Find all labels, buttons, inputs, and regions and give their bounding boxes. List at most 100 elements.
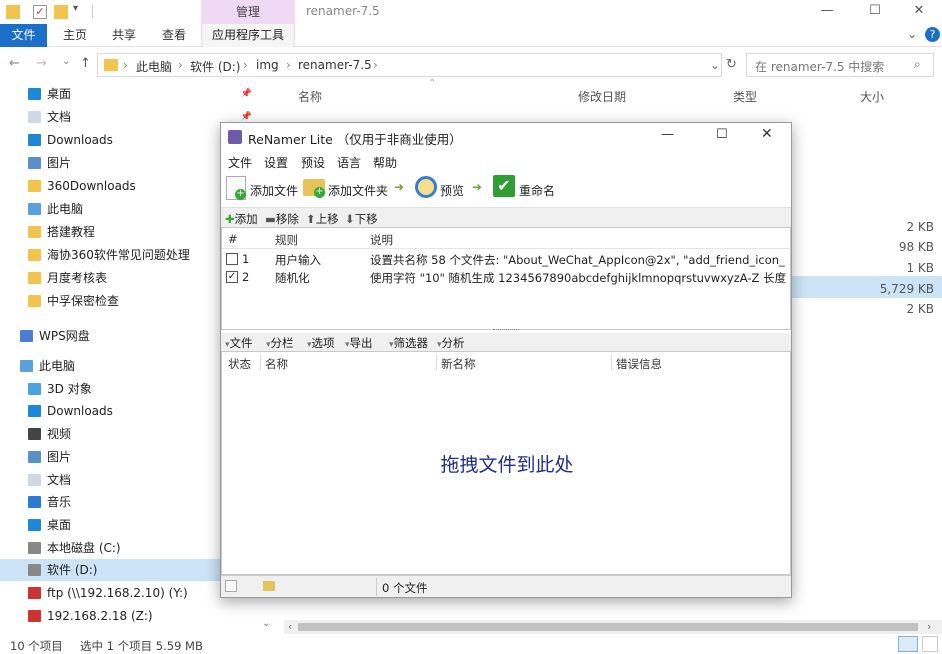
close-button[interactable]: ✕ (896, 0, 942, 24)
folder-icon (6, 5, 20, 19)
remove-rule-button[interactable]: ▬移除 (265, 211, 299, 227)
columns-button[interactable]: ▾分栏 (266, 335, 294, 351)
menu-settings[interactable]: 设置 (264, 154, 288, 171)
scroll-down-icon[interactable]: ⌄ (262, 618, 270, 629)
column-name[interactable]: 名称 (298, 88, 322, 105)
files-toolbar: ▾文件 ▾分栏 ▾选项 ▾导出 ▾筛选器 ▾分析 (221, 333, 791, 351)
nav-item[interactable]: 192.168.2.18 (Z:) (0, 605, 262, 627)
menu-help[interactable]: 帮助 (373, 154, 397, 171)
crumb-separator: › (243, 58, 248, 72)
preview-button[interactable]: 预览 (440, 182, 464, 199)
pin-icon[interactable]: 📌 (241, 83, 252, 105)
rule-checkbox[interactable]: ✓ (226, 271, 238, 283)
network-drive-icon (28, 587, 41, 599)
crumb-renamer[interactable]: renamer-7.5 (298, 58, 372, 72)
search-icon[interactable]: ⌕ (914, 57, 921, 72)
crumb-this-pc[interactable]: 此电脑 (136, 58, 172, 75)
tiles-view-icon[interactable] (922, 636, 938, 652)
column-date[interactable]: 修改日期 (578, 88, 626, 105)
crumb-drive-d[interactable]: 软件 (D:) (190, 58, 240, 75)
rename-icon[interactable]: ✔ (493, 175, 515, 197)
folder-icon (28, 180, 41, 192)
3d-objects-icon (28, 382, 41, 395)
rule-number: 1 (242, 252, 250, 266)
add-folder-icon[interactable]: + (303, 179, 325, 198)
export-button[interactable]: ▾导出 (345, 335, 373, 351)
filters-button[interactable]: ▾筛选器 (389, 335, 428, 351)
address-bar[interactable]: › 此电脑 › 软件 (D:) › img › renamer-7.5 › ⌄ (97, 53, 722, 77)
tab-app-tools[interactable]: 应用程序工具 (201, 24, 295, 47)
properties-icon[interactable]: ✓ (33, 5, 47, 19)
files-header-error: 错误信息 (616, 357, 662, 371)
add-rule-button[interactable]: ✚添加 (225, 211, 258, 227)
move-down-button[interactable]: ⬇下移 (345, 211, 378, 227)
rule-checkbox[interactable] (226, 253, 238, 265)
files-menu-button[interactable]: ▾文件 (225, 335, 253, 351)
rule-number: 2 (242, 270, 250, 284)
analyze-button[interactable]: ▾分析 (437, 335, 465, 351)
nav-item-label: Downloads (47, 133, 113, 147)
recent-dropdown-icon[interactable]: ⌄ (62, 56, 70, 67)
nav-item-label: 图片 (47, 449, 72, 464)
add-folder-button[interactable]: 添加文件夹 (328, 182, 388, 199)
files-header-status: 状态 (228, 357, 251, 371)
renamer-maximize-button[interactable]: ☐ (716, 127, 728, 142)
move-up-button[interactable]: ⬆上移 (306, 211, 339, 227)
address-dropdown-icon[interactable]: ⌄ (710, 58, 720, 72)
tab-file[interactable]: 文件 (0, 24, 47, 47)
column-size[interactable]: 大小 (860, 88, 884, 105)
computer-icon (20, 360, 33, 372)
splitter-grip[interactable] (493, 329, 519, 331)
renamer-minimize-button[interactable]: — (661, 127, 674, 142)
minimize-button[interactable]: — (804, 0, 850, 24)
qat-dropdown-icon[interactable]: ▾ (73, 3, 78, 14)
toolbar-label: 分析 (441, 336, 465, 350)
tab-home[interactable]: 主页 (63, 24, 87, 47)
scrollbar-thumb[interactable] (298, 623, 918, 631)
forward-icon[interactable]: → (36, 56, 47, 71)
nav-item-label: 图片 (47, 156, 72, 170)
menu-presets[interactable]: 预设 (301, 154, 325, 171)
add-folder-small-icon[interactable] (263, 581, 275, 591)
maximize-button[interactable]: ☐ (852, 0, 898, 24)
options-button[interactable]: ▾选项 (307, 335, 335, 351)
toolbar-label: 导出 (349, 336, 373, 350)
rename-button[interactable]: 重命名 (519, 182, 555, 199)
explorer-titlebar: ✓ ▾ (0, 0, 942, 24)
add-files-small-icon[interactable] (225, 580, 237, 592)
back-icon[interactable]: ← (9, 56, 20, 71)
help-icon[interactable]: ? (925, 27, 940, 42)
add-files-icon[interactable]: + (226, 176, 246, 200)
column-type[interactable]: 类型 (733, 88, 757, 105)
drop-hint[interactable]: 拖拽文件到此处 (222, 450, 792, 477)
folder-icon (104, 59, 118, 71)
ribbon-expand-icon[interactable]: ⌄ (907, 27, 917, 41)
horizontal-scrollbar[interactable]: ‹ › (284, 620, 942, 634)
renamer-close-button[interactable]: ✕ (761, 126, 773, 142)
rule-row[interactable]: 1 用户输入 设置共名称 58 个文件去: "About_WeChat_AppIco… (222, 250, 790, 268)
rules-toolbar: ✚添加 ▬移除 ⬆上移 ⬇下移 (221, 207, 791, 227)
nav-item-label: 192.168.2.18 (Z:) (47, 608, 153, 623)
scroll-right-icon[interactable]: › (927, 620, 931, 633)
nav-item[interactable]: 桌面 📌 (0, 83, 262, 105)
nav-item-label: 文档 (47, 110, 72, 124)
folder-icon (28, 295, 41, 307)
context-tab-manage[interactable]: 管理 (201, 0, 295, 24)
preview-icon[interactable] (415, 176, 437, 198)
tab-view[interactable]: 查看 (162, 24, 186, 47)
tab-share[interactable]: 共享 (112, 24, 136, 47)
search-input[interactable]: 在 renamer-7.5 中搜索 (746, 53, 934, 77)
crumb-img[interactable]: img (256, 58, 279, 72)
add-files-button[interactable]: 添加文件 (250, 182, 298, 199)
document-icon (28, 473, 41, 486)
details-view-icon[interactable] (898, 636, 918, 652)
scroll-left-icon[interactable]: ‹ (288, 620, 292, 633)
menu-language[interactable]: 语言 (337, 154, 361, 171)
crumb-separator: › (373, 58, 378, 72)
menu-file[interactable]: 文件 (228, 154, 252, 171)
selection-info: 选中 1 个项目 5.59 MB (80, 639, 203, 653)
rule-row[interactable]: ✓ 2 随机化 使用字符 "10" 随机生成 1234567890abcdefghij… (222, 268, 790, 286)
refresh-icon[interactable]: ↻ (726, 57, 737, 72)
new-folder-icon[interactable] (54, 5, 68, 19)
up-icon[interactable]: ↑ (80, 56, 91, 71)
